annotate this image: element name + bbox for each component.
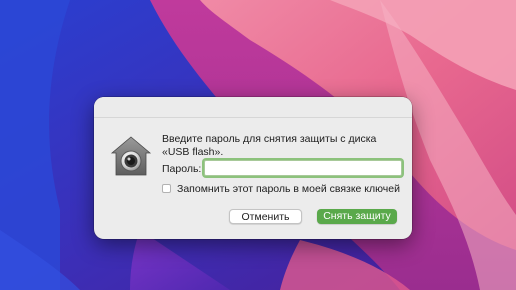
unlock-button[interactable]: Снять защиту (317, 209, 397, 224)
password-input[interactable] (204, 160, 402, 176)
unlock-disk-dialog: Введите пароль для снятия защиты с диска… (94, 97, 412, 239)
lock-gatekeeper-icon (110, 136, 152, 176)
cancel-button[interactable]: Отменить (229, 209, 302, 224)
remember-password-checkbox[interactable] (162, 184, 171, 193)
remember-password-label[interactable]: Запомнить этот пароль в моей связке ключ… (177, 183, 400, 195)
dialog-message: Введите пароль для снятия защиты с диска… (162, 133, 402, 159)
password-label: Пароль: (162, 163, 202, 175)
remember-password-row[interactable]: Запомнить этот пароль в моей связке ключ… (162, 182, 400, 195)
message-line-1: Введите пароль для снятия защиты с диска (162, 133, 377, 145)
dialog-titlebar[interactable] (94, 97, 412, 118)
message-line-2: «USB flash». (162, 146, 224, 158)
